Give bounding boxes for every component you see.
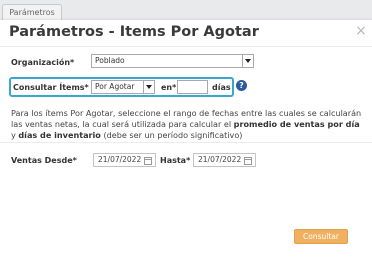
divider bbox=[0, 46, 372, 47]
parametros-modal: Parámetros - Items Por Agotar × Organiza… bbox=[0, 20, 372, 266]
hasta-value: 21/07/2022 bbox=[198, 155, 242, 164]
calendar-icon[interactable] bbox=[244, 157, 252, 165]
close-icon[interactable]: × bbox=[355, 24, 367, 38]
modal-title: Parámetros - Items Por Agotar bbox=[9, 24, 259, 40]
chevron-down-icon bbox=[143, 81, 154, 93]
consultar-button[interactable]: Consultar bbox=[294, 229, 348, 244]
consultar-items-value: Por Agotar bbox=[95, 82, 135, 91]
dias-input[interactable] bbox=[177, 80, 208, 94]
ventas-desde-value: 21/07/2022 bbox=[98, 155, 142, 164]
hasta-label: Hasta* bbox=[160, 156, 191, 165]
info-text: Para los ítems Por Agotar, seleccione el… bbox=[11, 108, 362, 140]
chevron-down-icon bbox=[242, 55, 253, 67]
info-bold-promedio: promedio de ventas por día bbox=[233, 119, 360, 129]
divider bbox=[0, 142, 372, 143]
hasta-date[interactable]: 21/07/2022 bbox=[193, 153, 256, 167]
consultar-items-select[interactable]: Por Agotar bbox=[91, 80, 155, 94]
organizacion-label: Organización* bbox=[11, 58, 75, 67]
ventas-desde-date[interactable]: 21/07/2022 bbox=[93, 153, 156, 167]
info-bold-dias: días de inventario bbox=[18, 130, 101, 140]
organizacion-value: Poblado bbox=[95, 56, 125, 65]
en-label: en* bbox=[161, 83, 177, 92]
dias-label: días bbox=[212, 83, 231, 92]
consultar-items-label: Consultar Ítems* bbox=[13, 83, 89, 92]
organizacion-select[interactable]: Poblado bbox=[91, 54, 254, 68]
ventas-desde-label: Ventas Desde* bbox=[11, 156, 77, 165]
calendar-icon[interactable] bbox=[144, 157, 152, 165]
help-icon[interactable]: ? bbox=[236, 80, 247, 91]
